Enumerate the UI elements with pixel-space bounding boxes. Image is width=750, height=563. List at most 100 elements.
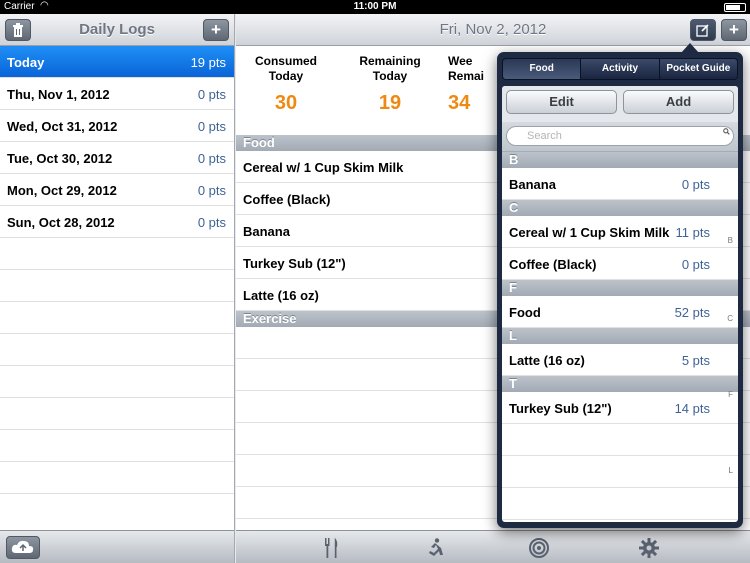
log-points: 0 pts bbox=[197, 151, 226, 166]
index-letter[interactable]: F bbox=[728, 390, 733, 399]
log-date: Thu, Nov 1, 2012 bbox=[7, 87, 110, 102]
stat-consumed-today: Consumed Today 30 bbox=[236, 54, 336, 115]
daily-logs-pane: Daily Logs + Today 19 pts Thu, Nov 1, 20… bbox=[0, 14, 235, 563]
section-header-c: C bbox=[502, 200, 738, 216]
food-points: 11 pts bbox=[675, 225, 710, 240]
food-row[interactable]: Cereal w/ 1 Cup Skim Milk 11 pts bbox=[502, 216, 738, 248]
main-title: Fri, Nov 2, 2012 bbox=[439, 21, 547, 38]
food-row[interactable]: Banana 0 pts bbox=[502, 168, 738, 200]
stat-label: Today bbox=[268, 69, 304, 83]
entry-name: Banana bbox=[243, 224, 290, 239]
stat-value: 19 bbox=[378, 92, 402, 114]
food-list: B Banana 0 pts C Cereal w/ 1 Cup Skim Mi… bbox=[502, 152, 738, 520]
log-row[interactable]: Tue, Oct 30, 2012 0 pts bbox=[0, 142, 234, 174]
edit-button[interactable]: Edit bbox=[506, 90, 617, 114]
food-name: Food bbox=[509, 305, 541, 320]
log-row-today[interactable]: Today 19 pts bbox=[0, 46, 234, 78]
fork-knife-icon[interactable] bbox=[324, 538, 340, 563]
left-toolbar bbox=[0, 530, 234, 563]
stat-label: Remaining bbox=[359, 54, 421, 68]
section-header-t: T bbox=[502, 376, 738, 392]
log-row[interactable]: Sun, Oct 28, 2012 0 pts bbox=[0, 206, 234, 238]
left-navbar: Daily Logs + bbox=[0, 14, 234, 46]
food-points: 5 pts bbox=[681, 353, 710, 368]
stat-label: Today bbox=[372, 69, 408, 83]
cloud-icon bbox=[11, 540, 34, 553]
food-points: 14 pts bbox=[674, 401, 710, 416]
popover-actions: Edit Add bbox=[502, 86, 738, 122]
food-points: 0 pts bbox=[681, 257, 710, 272]
main-toolbar bbox=[236, 530, 750, 563]
add-entry-button[interactable]: + bbox=[721, 19, 747, 41]
compose-icon bbox=[696, 24, 709, 37]
search-input[interactable]: Search bbox=[506, 126, 734, 146]
search-bar: Search bbox=[502, 122, 738, 152]
status-time: 11:00 PM bbox=[353, 1, 397, 12]
log-date: Sun, Oct 28, 2012 bbox=[7, 215, 115, 230]
compose-button[interactable] bbox=[690, 19, 716, 41]
empty-row bbox=[0, 430, 234, 462]
empty-row bbox=[502, 456, 738, 488]
food-name: Coffee (Black) bbox=[509, 257, 597, 272]
log-points: 0 pts bbox=[197, 215, 226, 230]
running-icon[interactable] bbox=[426, 538, 444, 563]
section-header-b: B bbox=[502, 152, 738, 168]
add-food-button[interactable]: Add bbox=[623, 90, 734, 114]
index-letter[interactable]: L bbox=[729, 466, 733, 475]
food-row[interactable]: Food 52 pts bbox=[502, 296, 738, 328]
target-icon[interactable] bbox=[529, 538, 549, 563]
log-points: 0 pts bbox=[197, 119, 226, 134]
log-row[interactable]: Mon, Oct 29, 2012 0 pts bbox=[0, 174, 234, 206]
index-letter[interactable]: C bbox=[727, 314, 733, 323]
battery-icon bbox=[724, 3, 746, 12]
food-row[interactable]: Latte (16 oz) 5 pts bbox=[502, 344, 738, 376]
main-navbar: Fri, Nov 2, 2012 + bbox=[236, 14, 750, 46]
stat-label: Consumed bbox=[254, 54, 317, 68]
cloud-sync-button[interactable] bbox=[6, 536, 40, 559]
empty-row bbox=[0, 462, 234, 494]
food-row[interactable]: Coffee (Black) 0 pts bbox=[502, 248, 738, 280]
stat-value: 30 bbox=[274, 92, 298, 114]
entry-name: Cereal w/ 1 Cup Skim Milk bbox=[243, 160, 404, 175]
log-date: Tue, Oct 30, 2012 bbox=[7, 151, 113, 166]
gear-icon[interactable] bbox=[639, 538, 659, 563]
food-name: Turkey Sub (12") bbox=[509, 401, 612, 416]
status-bar: Carrier ◠ 11:00 PM bbox=[0, 0, 750, 14]
empty-row bbox=[502, 424, 738, 456]
food-points: 52 pts bbox=[674, 305, 710, 320]
entry-name: Turkey Sub (12") bbox=[243, 256, 346, 271]
popover-arrow bbox=[681, 43, 699, 53]
empty-row bbox=[0, 398, 234, 430]
empty-row bbox=[502, 488, 738, 520]
log-points: 0 pts bbox=[197, 87, 226, 102]
section-header-f: F bbox=[502, 280, 738, 296]
log-row[interactable]: Thu, Nov 1, 2012 0 pts bbox=[0, 78, 234, 110]
log-date: Today bbox=[7, 55, 45, 70]
tab-pocket-guide[interactable]: Pocket Guide bbox=[659, 59, 737, 79]
empty-row bbox=[0, 302, 234, 334]
index-letter[interactable]: B bbox=[728, 236, 733, 245]
add-log-button[interactable]: + bbox=[203, 19, 229, 41]
popover-body: Edit Add Search B Banana 0 pts C Cereal … bbox=[502, 86, 738, 522]
log-date: Mon, Oct 29, 2012 bbox=[7, 183, 117, 198]
empty-row bbox=[0, 334, 234, 366]
food-name: Banana bbox=[509, 177, 556, 192]
empty-row bbox=[0, 270, 234, 302]
stat-remaining-today: Remaining Today 19 bbox=[340, 54, 440, 115]
food-row[interactable]: Turkey Sub (12") 14 pts bbox=[502, 392, 738, 424]
left-title: Daily Logs bbox=[79, 21, 155, 38]
log-points: 0 pts bbox=[197, 183, 226, 198]
log-points: 19 pts bbox=[190, 55, 226, 70]
entry-name: Latte (16 oz) bbox=[243, 288, 319, 303]
food-points: 0 pts bbox=[681, 177, 710, 192]
log-row[interactable]: Wed, Oct 31, 2012 0 pts bbox=[0, 110, 234, 142]
popover-segmented-control: Food Activity Pocket Guide bbox=[502, 58, 738, 80]
food-name: Cereal w/ 1 Cup Skim Milk bbox=[509, 225, 670, 240]
tab-food[interactable]: Food bbox=[503, 59, 582, 79]
log-date: Wed, Oct 31, 2012 bbox=[7, 119, 118, 134]
tab-activity[interactable]: Activity bbox=[581, 59, 660, 79]
log-list: Today 19 pts Thu, Nov 1, 2012 0 pts Wed,… bbox=[0, 46, 234, 494]
food-name: Latte (16 oz) bbox=[509, 353, 585, 368]
section-header-l: L bbox=[502, 328, 738, 344]
index-search-icon[interactable] bbox=[723, 128, 730, 137]
